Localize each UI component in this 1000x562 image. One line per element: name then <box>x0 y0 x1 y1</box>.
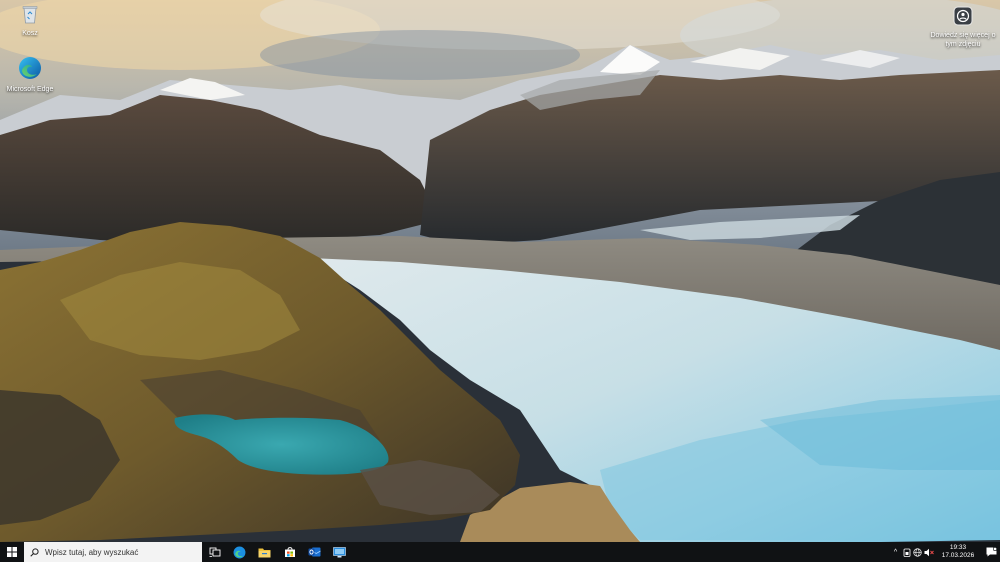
system-tray: ^ 19:33 17.03.2026 <box>890 542 1000 562</box>
notification-center-button[interactable] <box>982 542 1000 562</box>
taskbar-edge-button[interactable] <box>227 542 252 562</box>
desktop: Kosz Microsoft Edge Dowiedz się więcej o… <box>0 0 1000 562</box>
task-view-button[interactable] <box>202 542 227 562</box>
clock[interactable]: 19:33 17.03.2026 <box>934 544 982 560</box>
remote-desktop-icon <box>333 546 346 557</box>
desktop-icon-learn-about-picture[interactable]: Dowiedz się więcej o tym zdjęciu <box>928 6 998 49</box>
chevron-up-icon: ^ <box>893 548 898 556</box>
recycle-bin-icon <box>0 4 60 27</box>
wallpaper <box>0 0 1000 542</box>
desktop-icon-label: Kosz <box>22 30 38 37</box>
start-button[interactable] <box>0 542 24 562</box>
globe-network-icon <box>913 547 922 557</box>
clock-time: 19:33 <box>949 544 967 551</box>
search-placeholder: Wpisz tutaj, aby wyszukać <box>45 547 139 557</box>
desktop-icon-edge[interactable]: Microsoft Edge <box>0 56 60 94</box>
taskbar-remote-desktop-button[interactable] <box>327 542 352 562</box>
edge-icon <box>233 546 246 558</box>
windows-logo-icon <box>7 547 17 557</box>
volume-tray-button[interactable] <box>923 542 934 562</box>
taskbar: Wpisz tutaj, aby wyszukać ^ 19:33 17.03.… <box>0 542 1000 562</box>
desktop-icon-label: Dowiedz się więcej o tym zdjęciu <box>930 32 996 48</box>
notification-icon <box>986 547 997 557</box>
desktop-icon-recycle-bin[interactable]: Kosz <box>0 4 60 38</box>
microsoft-edge-icon <box>0 56 60 83</box>
outlook-icon <box>308 547 321 557</box>
desktop-icon-label: Microsoft Edge <box>6 86 54 93</box>
battery-tray-button[interactable] <box>901 542 912 562</box>
search-icon <box>30 547 39 557</box>
network-tray-button[interactable] <box>912 542 923 562</box>
search-box[interactable]: Wpisz tutaj, aby wyszukać <box>24 542 202 562</box>
taskbar-store-button[interactable] <box>277 542 302 562</box>
learn-about-picture-icon <box>928 6 998 29</box>
taskbar-file-explorer-button[interactable] <box>252 542 277 562</box>
show-hidden-icons-button[interactable]: ^ <box>890 542 901 562</box>
device-icon <box>903 548 910 557</box>
task-view-icon <box>209 547 220 557</box>
taskbar-outlook-button[interactable] <box>302 542 327 562</box>
speaker-muted-icon <box>924 548 934 556</box>
clock-date: 17.03.2026 <box>941 552 975 559</box>
microsoft-store-icon <box>284 547 295 557</box>
file-explorer-icon <box>258 548 271 557</box>
